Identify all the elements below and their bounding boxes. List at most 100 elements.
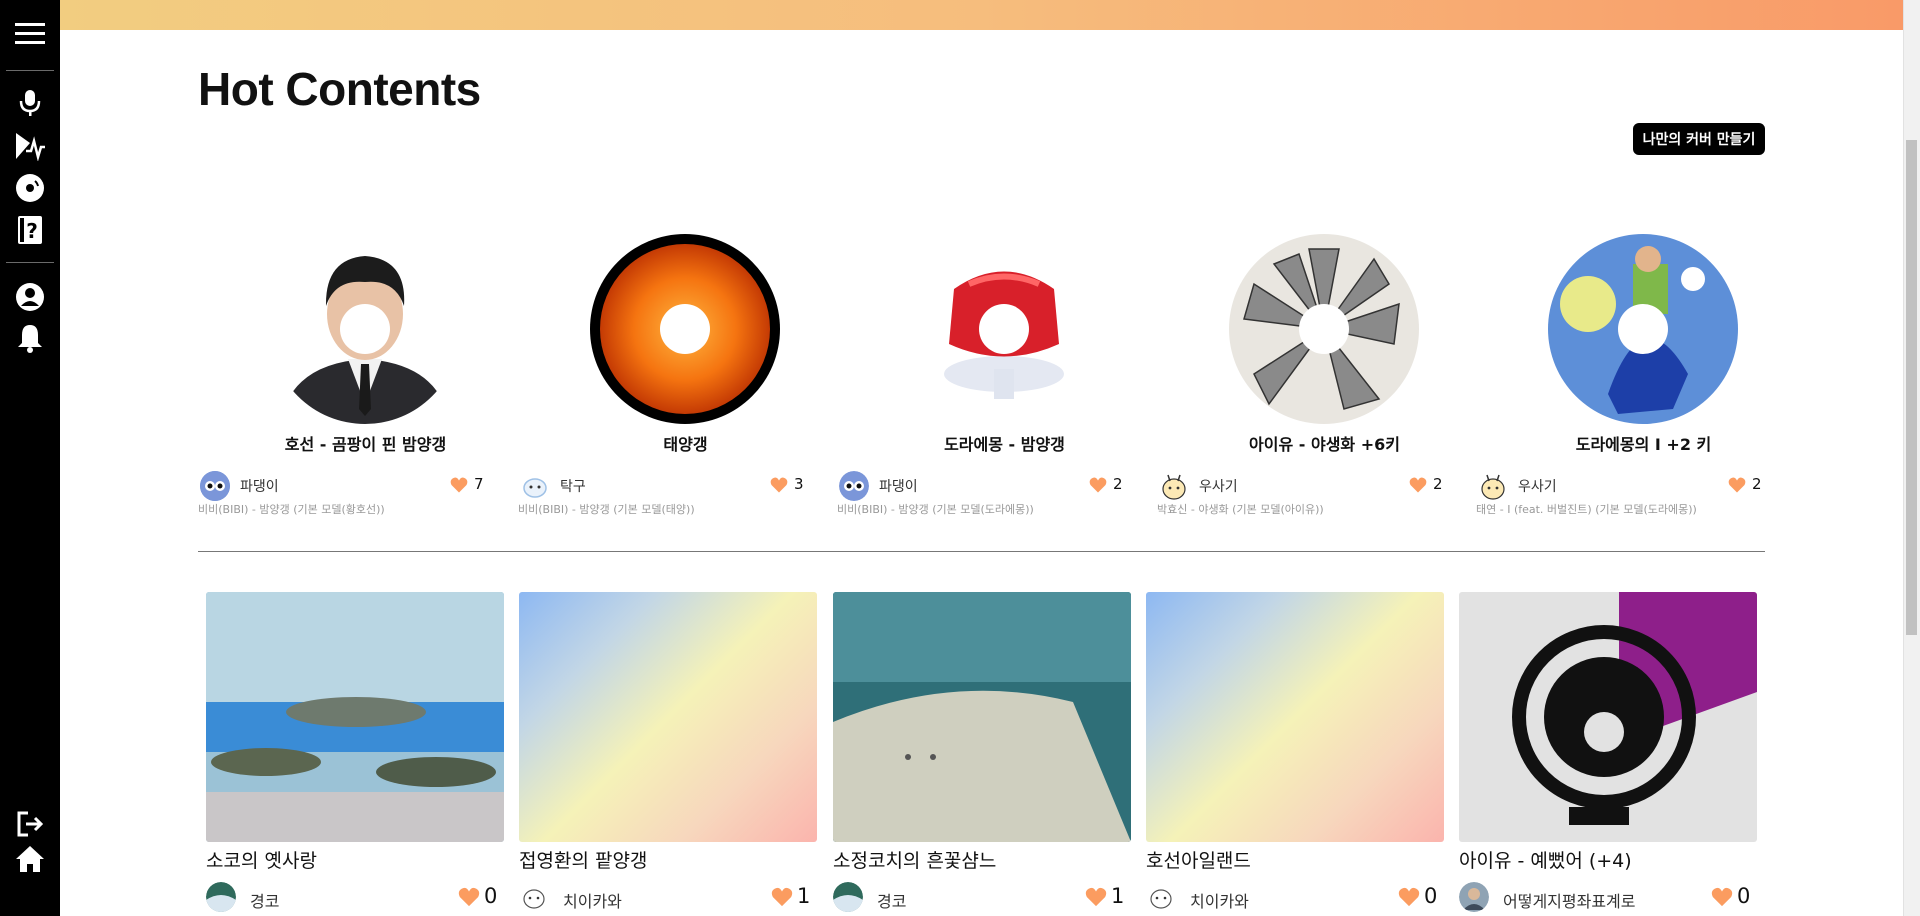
content-user-row: 경코 1 (833, 882, 1131, 916)
heart-icon[interactable] (1085, 886, 1107, 908)
disc-card[interactable]: 아이유 - 야생화 +6키 우사기 2 박효신 - 야생화 (기본 모델(아이유… (1157, 226, 1457, 526)
sidebar: ? (0, 0, 60, 916)
username[interactable]: 치이카와 (1190, 888, 1249, 912)
heart-icon[interactable] (1711, 886, 1733, 908)
heart-icon[interactable] (771, 886, 793, 908)
create-cover-button[interactable]: 나만의 커버 만들기 (1633, 123, 1765, 155)
username[interactable]: 어떻게지평좌표계로 (1503, 888, 1635, 912)
avatar[interactable] (520, 471, 550, 501)
content-card[interactable]: 소정코치의 흔꽃샴느 경코 1 (833, 592, 1131, 916)
content-title[interactable]: 접영환의 팥양갱 (519, 846, 647, 873)
username[interactable]: 파댕이 (879, 476, 918, 496)
disc-center-hole (340, 304, 390, 354)
disc-center-hole (660, 304, 710, 354)
like-count: 0 (1424, 884, 1438, 908)
content-title[interactable]: 호선아일랜드 (1146, 846, 1251, 873)
avatar[interactable] (839, 471, 869, 501)
heart-icon[interactable] (1728, 476, 1746, 494)
like-count: 7 (474, 475, 484, 493)
username[interactable]: 경코 (250, 888, 279, 912)
voice-model-icon[interactable] (14, 130, 46, 162)
content-card[interactable]: 호선아일랜드 치이카와 0 (1146, 592, 1444, 916)
disc-card[interactable]: 도라에몽 - 밤양갱 파댕이 2 비비(BIBI) - 밤양갱 (기본 모델(도… (837, 226, 1137, 526)
heart-icon[interactable] (770, 476, 788, 494)
disc-center-hole (979, 304, 1029, 354)
heart-icon[interactable] (458, 886, 480, 908)
username[interactable]: 우사기 (1518, 476, 1557, 496)
content-thumbnail[interactable] (833, 592, 1131, 842)
music-disc-icon[interactable] (14, 172, 46, 204)
disc-subtitle: 비비(BIBI) - 밤양갱 (기본 모델(도라에몽)) (837, 503, 1034, 516)
content-card[interactable]: 접영환의 팥양갱 치이카와 1 (519, 592, 817, 916)
content-thumbnail[interactable] (1146, 592, 1444, 842)
username[interactable]: 우사기 (1199, 476, 1238, 496)
content-user-row: 치이카와 1 (519, 882, 817, 916)
content-user-row: 어떻게지평좌표계로 0 (1459, 882, 1757, 916)
like-count: 0 (484, 884, 498, 908)
disc-card[interactable]: 호선 - 곰팡이 핀 밤양갱 파댕이 7 비비(BIBI) - 밤양갱 (기본 … (198, 226, 498, 526)
disc-user-row: 파댕이 7 (198, 469, 493, 501)
username[interactable]: 치이카와 (563, 888, 622, 912)
disc-user-row: 탁구 3 (518, 469, 813, 501)
disc-user-row: 우사기 2 (1157, 469, 1452, 501)
disc-title[interactable]: 도라에몽의 I +2 키 (1476, 431, 1811, 455)
disc-card[interactable]: 태양갱 탁구 3 비비(BIBI) - 밤양갱 (기본 모델(태양)) (518, 226, 818, 526)
username[interactable]: 경코 (877, 888, 906, 912)
microphone-icon[interactable] (14, 87, 46, 119)
heart-icon[interactable] (1409, 476, 1427, 494)
section-divider (198, 551, 1765, 552)
avatar[interactable] (206, 882, 236, 912)
content-title[interactable]: 소코의 옛사랑 (206, 846, 317, 873)
page-title: Hot Contents (198, 63, 481, 115)
avatar[interactable] (1159, 471, 1189, 501)
scrollbar-thumb[interactable] (1906, 140, 1917, 635)
top-gradient-bar (60, 0, 1903, 30)
help-book-icon[interactable]: ? (14, 214, 46, 246)
sidebar-divider (6, 262, 54, 263)
disc-user-row: 우사기 2 (1476, 469, 1771, 501)
disc-title[interactable]: 호선 - 곰팡이 핀 밤양갱 (198, 431, 533, 455)
content-thumbnail[interactable] (206, 592, 504, 842)
content-title[interactable]: 소정코치의 흔꽃샴느 (833, 846, 996, 873)
avatar[interactable] (519, 882, 549, 912)
content-title[interactable]: 아이유 - 예뻤어 (+4) (1459, 846, 1632, 873)
username[interactable]: 탁구 (560, 476, 586, 496)
avatar[interactable] (1459, 882, 1489, 912)
content-user-row: 경코 0 (206, 882, 504, 916)
like-count: 2 (1113, 475, 1123, 493)
notification-bell-icon[interactable] (14, 322, 46, 354)
hamburger-menu-icon[interactable] (14, 18, 46, 50)
avatar[interactable] (1478, 471, 1508, 501)
disc-title[interactable]: 도라에몽 - 밤양갱 (837, 431, 1172, 455)
like-count: 3 (794, 475, 804, 493)
disc-subtitle: 비비(BIBI) - 밤양갱 (기본 모델(태양)) (518, 503, 695, 516)
heart-icon[interactable] (1398, 886, 1420, 908)
logout-icon[interactable] (14, 808, 46, 840)
like-count: 0 (1737, 884, 1751, 908)
disc-card[interactable]: 도라에몽의 I +2 키 우사기 2 태연 - I (feat. 버벌진트) (… (1476, 226, 1776, 526)
profile-icon[interactable] (14, 281, 46, 313)
sidebar-divider (6, 70, 54, 71)
disc-title[interactable]: 태양갱 (518, 431, 853, 455)
avatar[interactable] (200, 471, 230, 501)
username[interactable]: 파댕이 (240, 476, 279, 496)
content-user-row: 치이카와 0 (1146, 882, 1444, 916)
heart-icon[interactable] (450, 476, 468, 494)
avatar[interactable] (833, 882, 863, 912)
disc-subtitle: 박효신 - 야생화 (기본 모델(아이유)) (1157, 503, 1324, 516)
like-count: 1 (1111, 884, 1125, 908)
disc-title[interactable]: 아이유 - 야생화 +6키 (1157, 431, 1492, 455)
avatar[interactable] (1146, 882, 1176, 912)
content-card[interactable]: 아이유 - 예뻤어 (+4) 어떻게지평좌표계로 0 (1459, 592, 1757, 916)
content-card[interactable]: 소코의 옛사랑 경코 0 (206, 592, 504, 916)
content-thumbnail[interactable] (1459, 592, 1757, 842)
disc-user-row: 파댕이 2 (837, 469, 1132, 501)
disc-subtitle: 비비(BIBI) - 밤양갱 (기본 모델(황호선)) (198, 503, 385, 516)
home-icon[interactable] (14, 843, 46, 875)
disc-subtitle: 태연 - I (feat. 버벌진트) (기본 모델(도라에몽)) (1476, 503, 1697, 516)
content-thumbnail[interactable] (519, 592, 817, 842)
svg-text:?: ? (26, 219, 38, 243)
disc-center-hole (1299, 304, 1349, 354)
like-count: 2 (1752, 475, 1762, 493)
heart-icon[interactable] (1089, 476, 1107, 494)
